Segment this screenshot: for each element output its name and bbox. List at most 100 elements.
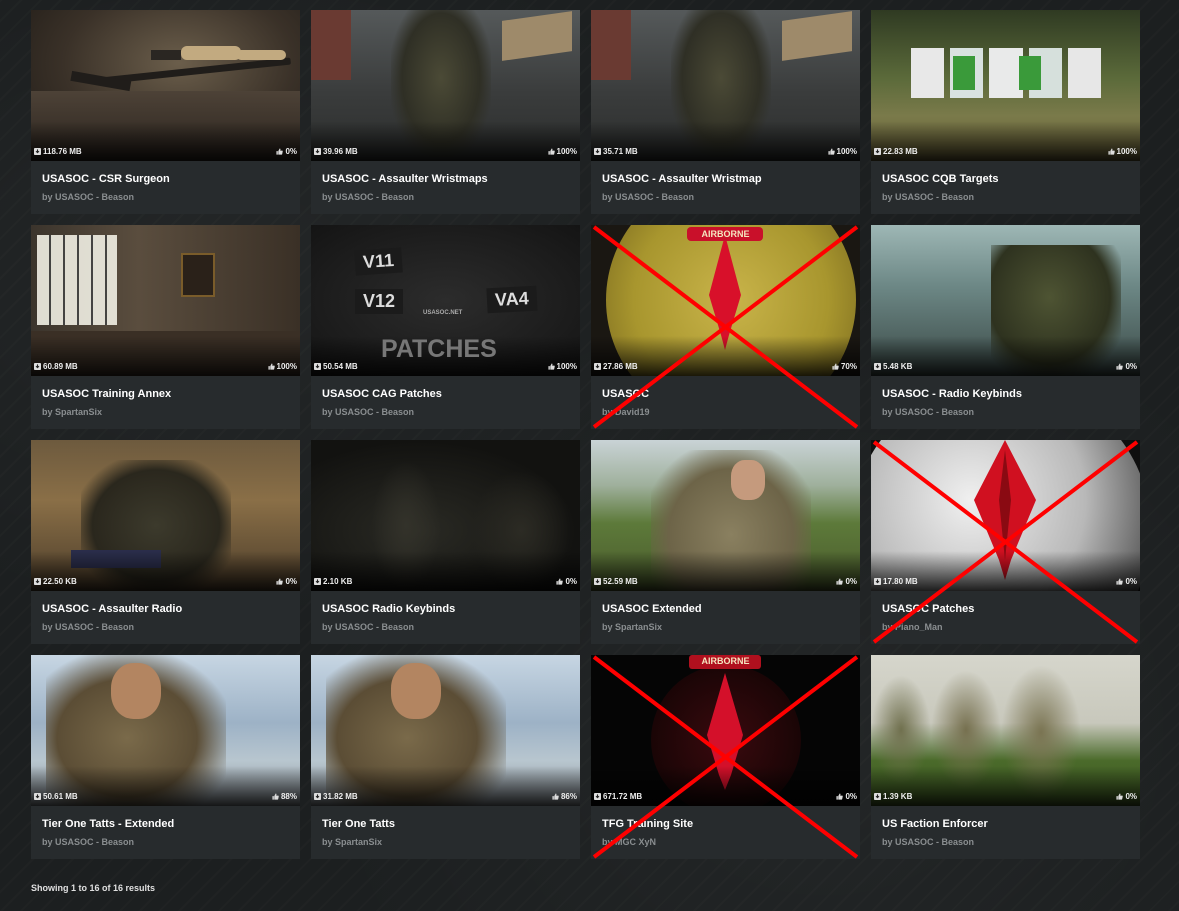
mod-author[interactable]: by USASOC - Beason: [882, 837, 974, 847]
mod-thumbnail[interactable]: 2.10 KB 0%: [311, 440, 580, 591]
file-size-value: 22.83 MB: [883, 147, 918, 156]
mod-card[interactable]: 27.86 MB 70% AIRBORNE USASOC by David19: [591, 225, 860, 429]
rating: 100%: [1107, 147, 1137, 156]
mod-author[interactable]: by USASOC - Beason: [322, 192, 414, 202]
mod-author[interactable]: by SpartanSix: [322, 837, 382, 847]
rating-value: 0%: [1125, 577, 1137, 586]
thumbs-up-icon: [272, 793, 279, 800]
file-size: 5.48 KB: [874, 362, 912, 371]
thumbs-up-icon: [1107, 148, 1115, 155]
thumbs-up-icon: [836, 578, 844, 585]
file-size: 27.86 MB: [594, 362, 638, 371]
mod-author[interactable]: by USASOC - Beason: [42, 192, 134, 202]
download-icon: [874, 148, 881, 155]
patch-label: VA4: [486, 285, 538, 314]
mod-title[interactable]: USASOC: [602, 388, 649, 400]
mod-author[interactable]: by David19: [602, 407, 650, 417]
file-size-value: 27.86 MB: [603, 362, 638, 371]
rating-value: 0%: [845, 577, 857, 586]
mod-card[interactable]: 39.96 MB 100% USASOC - Assaulter Wristma…: [311, 10, 580, 214]
mod-author[interactable]: by USASOC - Beason: [322, 407, 414, 417]
rating-value: 0%: [845, 792, 857, 801]
mod-thumbnail[interactable]: 50.54 MB 100% V11 V12 VA4 USASOC.NET PATCHES: [311, 225, 580, 376]
mod-thumbnail[interactable]: 118.76 MB 0%: [31, 10, 300, 161]
rating: 0%: [1116, 577, 1137, 586]
mod-author[interactable]: by USASOC - Beason: [882, 407, 974, 417]
mod-thumbnail[interactable]: 50.61 MB 88%: [31, 655, 300, 806]
mod-card[interactable]: 118.76 MB 0% USASOC - CSR Surgeon by USA…: [31, 10, 300, 214]
download-icon: [314, 363, 321, 370]
mod-title[interactable]: USASOC - Radio Keybinds: [882, 388, 1022, 400]
file-size-value: 52.59 MB: [603, 577, 638, 586]
mod-title[interactable]: USASOC - CSR Surgeon: [42, 173, 170, 185]
mod-thumbnail[interactable]: 60.89 MB 100%: [31, 225, 300, 376]
mod-card[interactable]: 22.50 KB 0% USASOC - Assaulter Radio by …: [31, 440, 300, 644]
mod-title[interactable]: USASOC - Assaulter Wristmap: [602, 173, 762, 185]
mod-title[interactable]: USASOC Patches: [882, 603, 974, 615]
mod-thumbnail[interactable]: 52.59 MB 0%: [591, 440, 860, 591]
mod-title[interactable]: Tier One Tatts: [322, 818, 395, 830]
thumbs-up-icon: [276, 578, 284, 585]
mod-author[interactable]: by USASOC - Beason: [42, 622, 134, 632]
rating: 100%: [827, 147, 857, 156]
rating-value: 100%: [836, 147, 857, 156]
mod-thumbnail[interactable]: 5.48 KB 0%: [871, 225, 1140, 376]
mod-card[interactable]: 52.59 MB 0% USASOC Extended by SpartanSi…: [591, 440, 860, 644]
mod-thumbnail[interactable]: 671.72 MB 0% AIRBORNE: [591, 655, 860, 806]
mod-title[interactable]: USASOC Training Annex: [42, 388, 171, 400]
mod-thumbnail[interactable]: 31.82 MB 86%: [311, 655, 580, 806]
thumbs-up-icon: [552, 793, 559, 800]
mod-card[interactable]: 50.61 MB 88% Tier One Tatts - Extended b…: [31, 655, 300, 859]
mod-title[interactable]: USASOC Extended: [602, 603, 702, 615]
download-icon: [874, 793, 881, 800]
thumbs-up-icon: [1116, 793, 1124, 800]
download-icon: [874, 578, 881, 585]
mod-title[interactable]: USASOC - Assaulter Radio: [42, 603, 182, 615]
mod-title[interactable]: USASOC Radio Keybinds: [322, 603, 455, 615]
mod-title[interactable]: USASOC CQB Targets: [882, 173, 999, 185]
mod-thumbnail[interactable]: 22.50 KB 0%: [31, 440, 300, 591]
mod-thumbnail[interactable]: 1.39 KB 0%: [871, 655, 1140, 806]
mod-title[interactable]: Tier One Tatts - Extended: [42, 818, 174, 830]
thumbs-up-icon: [267, 363, 275, 370]
rating: 100%: [547, 362, 577, 371]
mod-thumbnail[interactable]: 22.83 MB 100%: [871, 10, 1140, 161]
mod-thumbnail[interactable]: 27.86 MB 70% AIRBORNE: [591, 225, 860, 376]
mod-thumbnail[interactable]: 39.96 MB 100%: [311, 10, 580, 161]
mod-author[interactable]: by USASOC - Beason: [602, 192, 694, 202]
mod-card[interactable]: 17.80 MB 0% USASOC Patches by Piano_Man: [871, 440, 1140, 644]
results-count: Showing 1 to 16 of 16 results: [31, 883, 156, 893]
rating: 0%: [836, 792, 857, 801]
mod-author[interactable]: by USASOC - Beason: [882, 192, 974, 202]
rating: 0%: [836, 577, 857, 586]
mod-card[interactable]: 5.48 KB 0% USASOC - Radio Keybinds by US…: [871, 225, 1140, 429]
rating-value: 100%: [556, 362, 577, 371]
mod-card[interactable]: 35.71 MB 100% USASOC - Assaulter Wristma…: [591, 10, 860, 214]
mod-card[interactable]: 31.82 MB 86% Tier One Tatts by SpartanSi…: [311, 655, 580, 859]
file-size-value: 35.71 MB: [603, 147, 638, 156]
mod-title[interactable]: USASOC CAG Patches: [322, 388, 442, 400]
mod-thumbnail[interactable]: 35.71 MB 100%: [591, 10, 860, 161]
file-size: 2.10 KB: [314, 577, 352, 586]
mod-author[interactable]: by SpartanSix: [42, 407, 102, 417]
download-icon: [34, 793, 41, 800]
file-size-value: 671.72 MB: [603, 792, 643, 801]
download-icon: [34, 363, 41, 370]
mod-card[interactable]: 1.39 KB 0% US Faction Enforcer by USASOC…: [871, 655, 1140, 859]
mod-author[interactable]: by MGC XyN: [602, 837, 656, 847]
mod-card[interactable]: 2.10 KB 0% USASOC Radio Keybinds by USAS…: [311, 440, 580, 644]
mod-author[interactable]: by USASOC - Beason: [42, 837, 134, 847]
rating: 100%: [547, 147, 577, 156]
mod-author[interactable]: by SpartanSix: [602, 622, 662, 632]
mod-author[interactable]: by Piano_Man: [882, 622, 943, 632]
mod-title[interactable]: USASOC - Assaulter Wristmaps: [322, 173, 488, 185]
mod-thumbnail[interactable]: 17.80 MB 0%: [871, 440, 1140, 591]
mod-title[interactable]: US Faction Enforcer: [882, 818, 988, 830]
mod-card[interactable]: 671.72 MB 0% AIRBORNE TFG Training Site …: [591, 655, 860, 859]
mod-card[interactable]: 22.83 MB 100% USASOC CQB Targets by USAS…: [871, 10, 1140, 214]
thumbs-up-icon: [827, 148, 835, 155]
mod-card[interactable]: 60.89 MB 100% USASOC Training Annex by S…: [31, 225, 300, 429]
mod-author[interactable]: by USASOC - Beason: [322, 622, 414, 632]
mod-title[interactable]: TFG Training Site: [602, 818, 693, 830]
mod-card[interactable]: 50.54 MB 100% V11 V12 VA4 USASOC.NET PATCHES…: [311, 225, 580, 429]
